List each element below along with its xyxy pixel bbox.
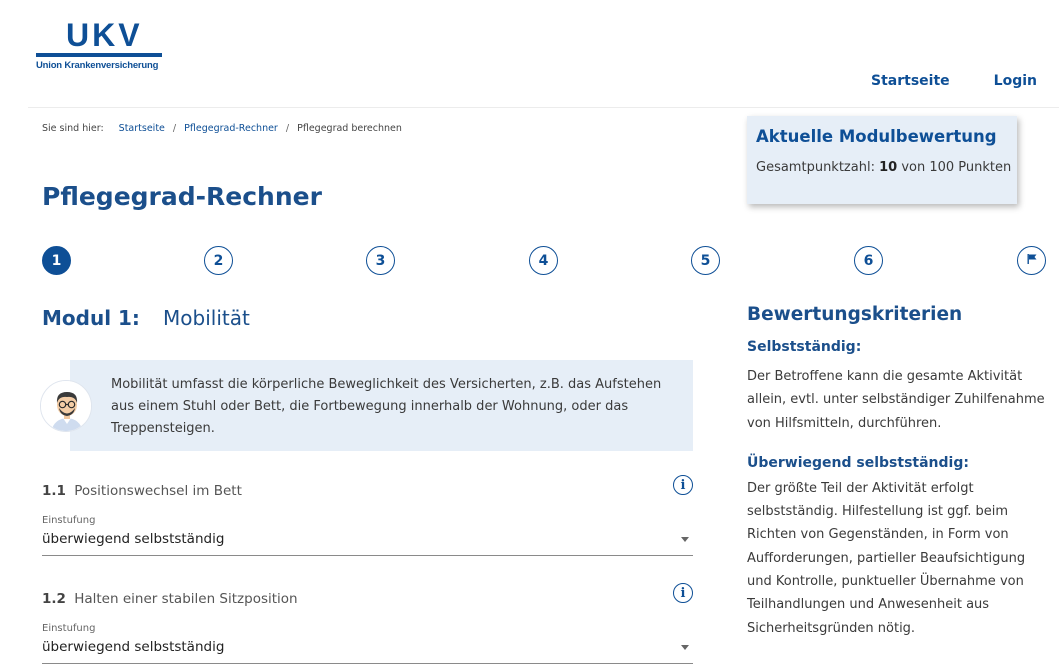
breadcrumb-item-calculator[interactable]: Pflegegrad-Rechner: [184, 123, 278, 134]
score-label: Gesamtpunktzahl:: [756, 160, 875, 175]
ukv-logo[interactable]: UKV Union Krankenversicherung: [36, 17, 166, 71]
breadcrumb-item-home[interactable]: Startseite: [119, 123, 165, 134]
evaluation-criteria: Bewertungskriterien Selbstständig: Der B…: [747, 304, 1047, 640]
question-1-2: 1.2 Halten einer stabilen Sitzposition i…: [42, 583, 693, 664]
top-navigation: Startseite Login: [871, 73, 1037, 89]
criteria-title: Bewertungskriterien: [747, 304, 963, 325]
info-icon[interactable]: i: [673, 583, 693, 603]
module-name: Mobilität: [163, 306, 250, 330]
logo-brand: UKV: [66, 17, 143, 53]
step-2[interactable]: 2: [204, 246, 233, 275]
module-info-box: Mobilität umfasst die körperliche Bewegl…: [70, 360, 693, 451]
logo-subtitle: Union Krankenversicherung: [36, 60, 159, 71]
module-score-card: Aktuelle Modulbewertung Gesamtpunktzahl:…: [747, 116, 1017, 204]
criteria-heading-independent: Selbstständig:: [747, 339, 862, 355]
classification-select-1-1[interactable]: überwiegend selbstständig: [42, 531, 693, 556]
question-1-1: 1.1 Positionswechsel im Bett i Einstufun…: [42, 475, 693, 556]
logo-bar: [36, 53, 162, 57]
score-value: 10: [879, 160, 898, 175]
criteria-text-mostly-independent: Der größte Teil der Aktivität erfolgt se…: [747, 480, 1026, 636]
step-5[interactable]: 5: [691, 246, 720, 275]
classification-select-1-2[interactable]: überwiegend selbstständig: [42, 639, 693, 664]
step-6[interactable]: 6: [854, 246, 883, 275]
select-value: überwiegend selbstständig: [42, 639, 225, 655]
page-title: Pflegegrad-Rechner: [42, 182, 322, 211]
step-1[interactable]: 1: [42, 246, 71, 275]
criteria-text-independent: Der Betroffene kann die gesamte Aktivitä…: [747, 369, 1045, 431]
step-result[interactable]: [1017, 246, 1046, 275]
nav-login-link[interactable]: Login: [994, 73, 1037, 89]
criteria-heading-mostly-independent: Überwiegend selbstständig:: [747, 454, 969, 471]
question-label: 1.1 Positionswechsel im Bett: [42, 483, 693, 499]
breadcrumb: Sie sind hier: Startseite / Pflegegrad-R…: [42, 123, 402, 134]
advisor-avatar: [40, 380, 92, 432]
score-text: Gesamtpunktzahl: 10 von 100 Punkten: [756, 160, 1012, 175]
breadcrumb-item-current: Pflegegrad berechnen: [297, 123, 402, 134]
info-icon[interactable]: i: [673, 475, 693, 495]
module-number: Modul 1:: [42, 306, 140, 330]
module-info-text: Mobilität umfasst die körperliche Bewegl…: [111, 377, 662, 436]
header-divider: [28, 107, 1059, 108]
step-3[interactable]: 3: [366, 246, 395, 275]
breadcrumb-separator: /: [285, 123, 290, 134]
module-stepper: 1 2 3 4 5 6: [0, 246, 1059, 276]
flag-icon: [1026, 253, 1038, 269]
question-number: 1.2: [42, 591, 66, 607]
score-title: Aktuelle Modulbewertung: [756, 127, 997, 146]
breadcrumb-separator: /: [172, 123, 177, 134]
module-heading: Modul 1: Mobilität: [42, 306, 250, 330]
breadcrumb-prefix: Sie sind hier:: [42, 123, 104, 134]
question-label: 1.2 Halten einer stabilen Sitzposition: [42, 591, 693, 607]
score-suffix: von 100 Punkten: [901, 160, 1012, 175]
field-caption: Einstufung: [42, 515, 96, 526]
select-value: überwiegend selbstständig: [42, 531, 225, 547]
field-caption: Einstufung: [42, 623, 96, 634]
dropdown-caret-icon: [681, 645, 689, 650]
question-text: Positionswechsel im Bett: [74, 483, 242, 499]
nav-home-link[interactable]: Startseite: [871, 73, 950, 89]
question-number: 1.1: [42, 483, 66, 499]
step-4[interactable]: 4: [529, 246, 558, 275]
question-text: Halten einer stabilen Sitzposition: [74, 591, 298, 607]
dropdown-caret-icon: [681, 537, 689, 542]
